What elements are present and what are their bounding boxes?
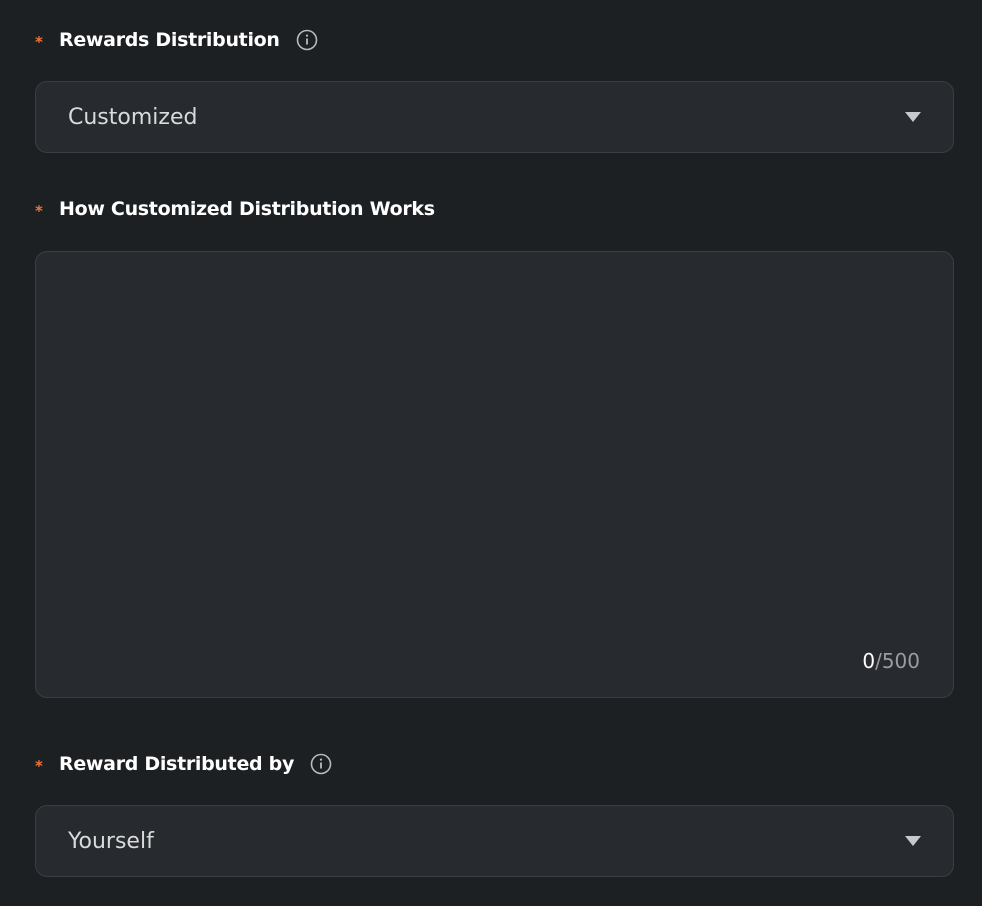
character-count-max: 500 [881, 649, 920, 673]
required-marker: * [35, 756, 43, 775]
info-icon[interactable] [296, 29, 318, 51]
caret-down-icon [905, 112, 921, 122]
rewards-distribution-label-row: * Rewards Distribution [35, 25, 318, 55]
info-icon[interactable] [310, 753, 332, 775]
rewards-distribution-select[interactable]: Customized [35, 81, 954, 153]
distributed-by-label: Reward Distributed by [59, 753, 295, 775]
customized-works-textarea-container: 0/500 [35, 251, 954, 698]
distributed-by-label-row: * Reward Distributed by [35, 749, 332, 779]
customized-works-label: How Customized Distribution Works [59, 198, 435, 220]
character-counter: 0/500 [862, 649, 920, 673]
character-count-current: 0 [862, 649, 876, 673]
character-count-separator: / [875, 649, 882, 673]
caret-down-icon [905, 836, 921, 846]
rewards-distribution-selected-value: Customized [68, 104, 198, 130]
distributed-by-select[interactable]: Yourself [35, 805, 954, 877]
required-marker: * [35, 201, 43, 220]
customized-works-textarea[interactable] [36, 252, 953, 697]
rewards-distribution-label: Rewards Distribution [59, 29, 280, 51]
required-marker: * [35, 32, 43, 51]
distributed-by-selected-value: Yourself [68, 828, 154, 854]
form-page: * Rewards Distribution Customized * How … [0, 0, 982, 906]
customized-works-label-row: * How Customized Distribution Works [35, 194, 435, 224]
